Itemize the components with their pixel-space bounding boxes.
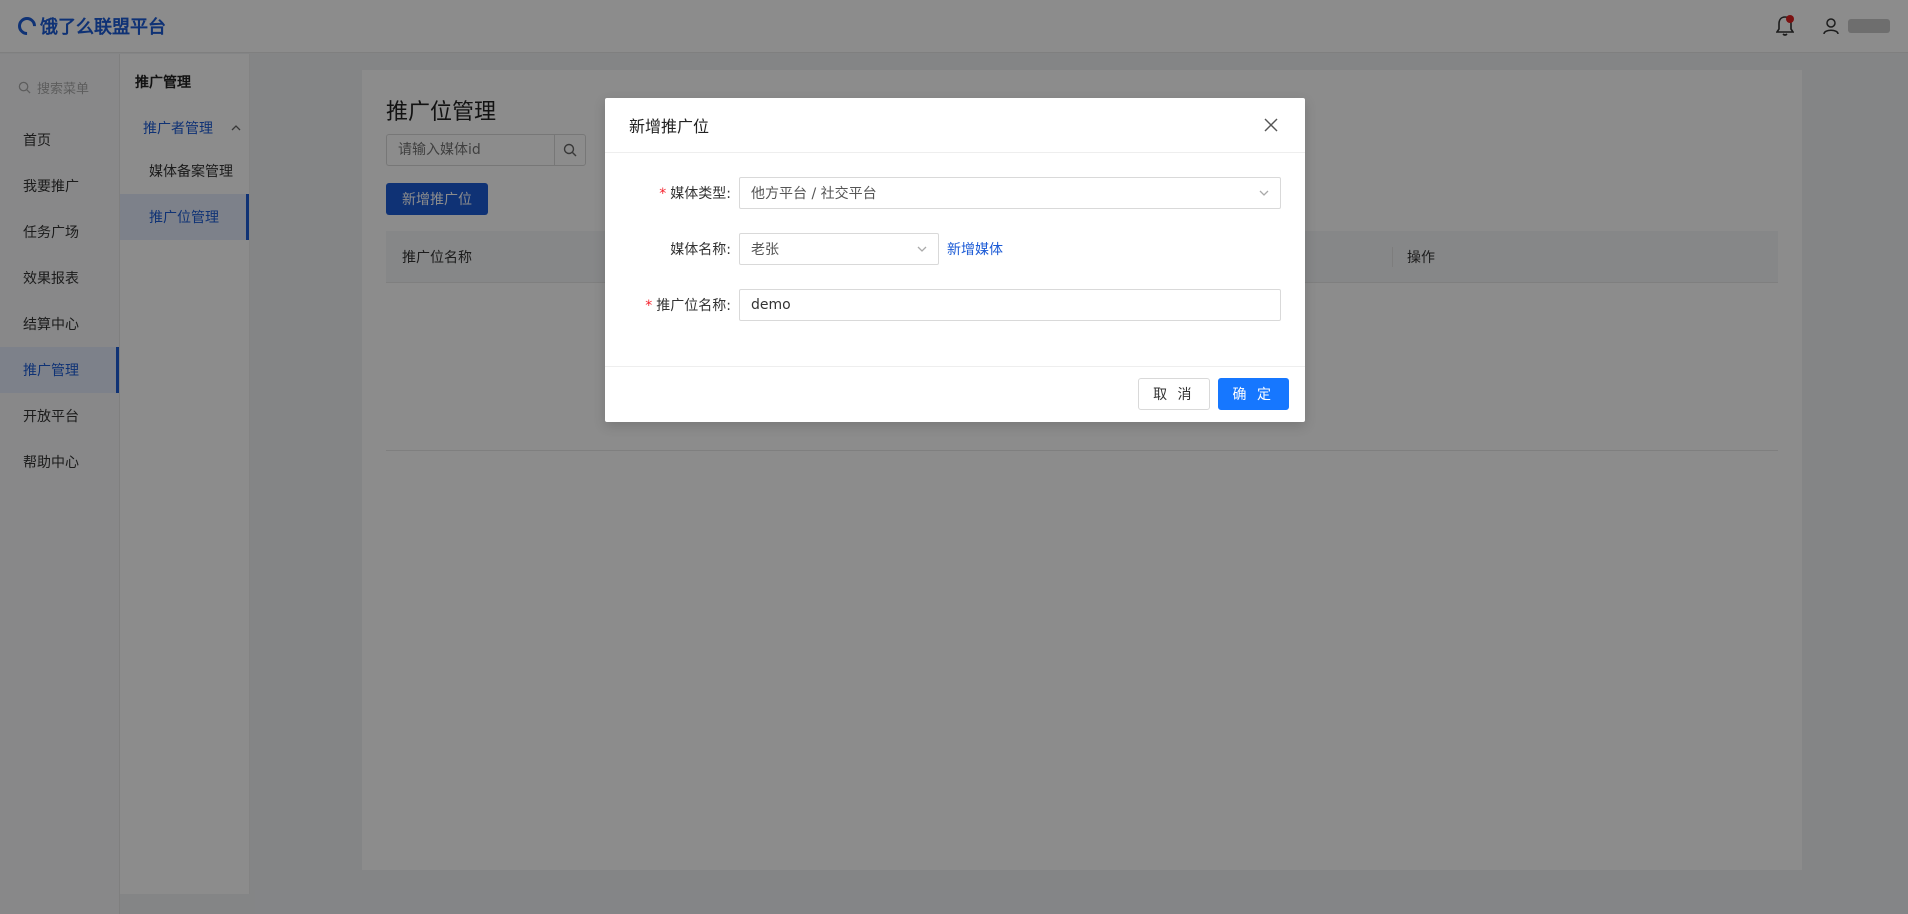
slot-name-input[interactable]	[739, 289, 1281, 321]
media-type-label-text: 媒体类型:	[670, 186, 731, 202]
modal-title: 新增推广位	[629, 117, 710, 136]
media-name-label-text: 媒体名称:	[670, 242, 731, 258]
page: 饿了么联盟平台 搜索菜单 首页 我要推广 任务广场 效果报表 结算中心 推广管理…	[0, 0, 1908, 914]
slot-name-label: * 推广位名称:	[629, 295, 739, 315]
modal-header: 新增推广位	[605, 98, 1305, 153]
required-mark: *	[659, 186, 667, 202]
required-mark: *	[645, 298, 653, 314]
media-type-cascader[interactable]: 他方平台 / 社交平台	[739, 177, 1281, 209]
media-type-label: * 媒体类型:	[629, 183, 739, 203]
confirm-button[interactable]: 确 定	[1217, 378, 1289, 410]
media-name-select[interactable]: 老张	[739, 233, 939, 265]
form-row-media-type: * 媒体类型: 他方平台 / 社交平台	[629, 177, 1281, 209]
modal-footer: 取 消 确 定	[605, 367, 1305, 421]
modal-body: * 媒体类型: 他方平台 / 社交平台 媒体名称: 老张 新增媒体 * 推广位名…	[605, 153, 1305, 367]
chevron-down-icon	[917, 246, 927, 252]
media-type-value: 他方平台 / 社交平台	[751, 186, 877, 202]
media-name-value: 老张	[751, 242, 779, 258]
add-media-link[interactable]: 新增媒体	[947, 239, 1003, 259]
chevron-down-icon	[1259, 190, 1269, 196]
close-icon[interactable]	[1261, 115, 1281, 135]
cancel-button[interactable]: 取 消	[1138, 378, 1210, 410]
add-slot-modal: 新增推广位 * 媒体类型: 他方平台 / 社交平台 媒体名称: 老张 新增媒体 …	[605, 98, 1305, 422]
slot-name-label-text: 推广位名称:	[656, 298, 731, 314]
media-name-label: 媒体名称:	[629, 239, 739, 259]
form-row-slot-name: * 推广位名称:	[629, 289, 1281, 321]
form-row-media-name: 媒体名称: 老张 新增媒体	[629, 233, 1281, 265]
